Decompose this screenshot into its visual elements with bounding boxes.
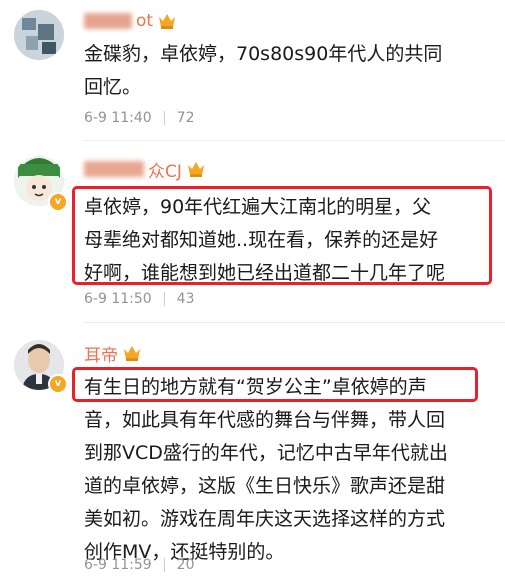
comment-meta: 6-9 11:50 43 [84,287,195,311]
crown-icon [124,346,140,361]
avatar-image [14,10,64,60]
username[interactable]: ot [84,8,177,34]
comment-text: 金碟豹，卓依婷，70s80s90年代人的共同 回忆。 [84,38,489,104]
blurred-name [84,13,132,29]
text-line: 音，如此具有年代感的舞台与伴舞，带人回 [84,409,446,431]
verified-badge-icon: v [48,374,68,394]
separator [84,322,505,323]
username-suffix: 众CJ [148,161,182,182]
username-suffix: ot [136,11,154,31]
comment-meta: 6-9 11:59 20 [84,553,195,577]
divider [163,292,165,306]
crown-icon [187,162,204,177]
avatar[interactable] [14,10,64,60]
like-count[interactable]: 20 [177,557,195,573]
text-line: 美如初。游戏在周年庆这天选择这样的方式 [84,508,446,530]
comment-text: 有生日的地方就有“贺岁公主”卓依婷的声 音，如此具有年代感的舞台与伴舞，带人回 … [84,371,489,569]
verified-badge-icon: v [48,192,68,212]
timestamp: 6-9 11:50 [84,291,152,307]
username[interactable]: 耳帝 [84,340,142,366]
text-line: 金碟豹，卓依婷，70s80s90年代人的共同 [84,43,443,65]
text-line: 卓依婷，90年代红遍大江南北的明星，父 [84,196,432,218]
comment-meta: 6-9 11:40 72 [84,106,195,130]
text-line: 好啊，谁能想到她已经出道都二十几年了呢 [84,262,446,284]
username[interactable]: 众CJ [84,156,206,182]
text-line: 有生日的地方就有“贺岁公主”卓依婷的声 [84,376,427,398]
text-line: 道的卓依婷，这版《生日快乐》歌声还是甜 [84,475,446,497]
timestamp: 6-9 11:40 [84,110,152,126]
text-line: 母辈绝对都知道她..现在看，保养的还是好 [84,229,439,251]
divider [163,558,165,572]
username-label: 耳帝 [84,345,118,366]
like-count[interactable]: 43 [177,291,195,307]
text-line: 到那VCD盛行的年代，记忆中古早年代就出 [84,442,448,464]
divider [163,111,165,125]
crown-icon [159,14,176,29]
timestamp: 6-9 11:59 [84,557,152,573]
separator [84,140,505,141]
text-line: 回忆。 [84,76,142,98]
like-count[interactable]: 72 [177,110,195,126]
comment-text: 卓依婷，90年代红遍大江南北的明星，父 母辈绝对都知道她..现在看，保养的还是好… [84,191,489,290]
blurred-name [84,161,144,177]
